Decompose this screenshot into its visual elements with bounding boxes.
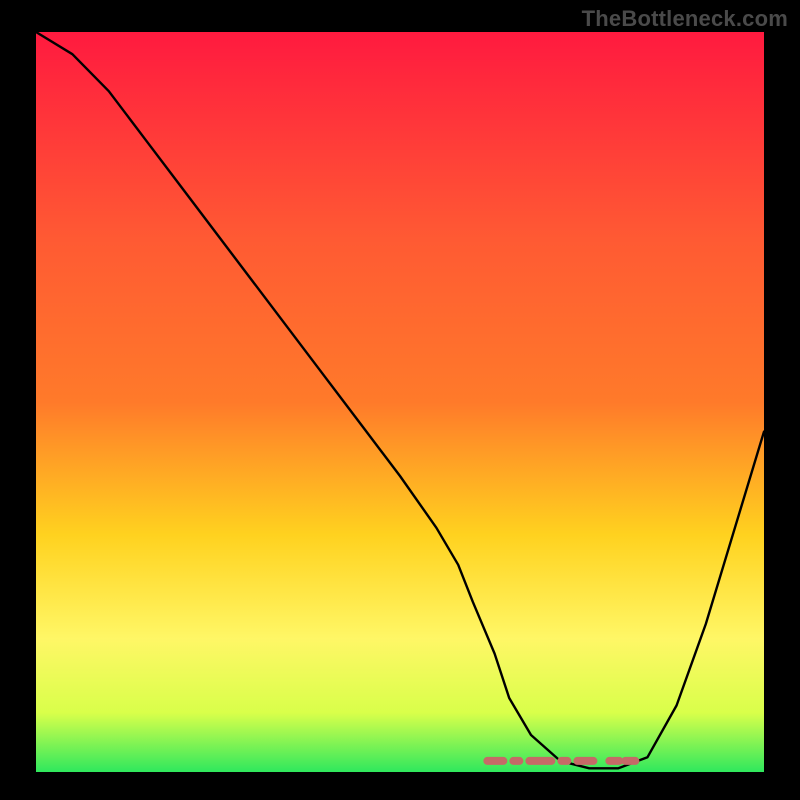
watermark-text: TheBottleneck.com — [582, 6, 788, 32]
bottleneck-chart — [0, 0, 800, 800]
chart-frame: TheBottleneck.com — [0, 0, 800, 800]
